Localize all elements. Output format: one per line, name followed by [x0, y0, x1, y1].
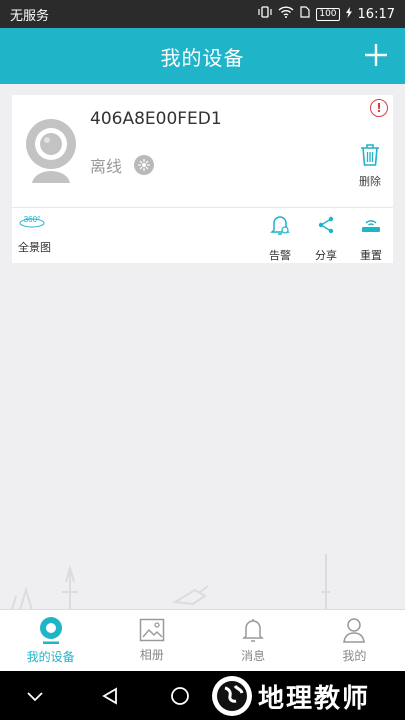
battery-level: 100: [316, 7, 340, 21]
clock-text: 16:17: [357, 6, 395, 22]
tab-me[interactable]: 我的: [304, 610, 405, 671]
nav-back-button[interactable]: [75, 671, 145, 720]
reset-button[interactable]: 重置: [359, 213, 383, 263]
person-icon: [343, 618, 366, 643]
alarm-button[interactable]: 告警: [268, 213, 292, 263]
bell-icon: [242, 619, 264, 642]
nav-home-button[interactable]: [145, 671, 215, 720]
wifi-icon: [278, 6, 294, 22]
add-device-button[interactable]: [361, 40, 391, 70]
home-circle-icon: [171, 686, 189, 705]
tab-label: 我的: [342, 649, 367, 663]
device-status: 离线: [90, 157, 123, 176]
device-status-row: 离线: [90, 153, 155, 177]
bottom-tab-bar: 我的设备 相册 消息 我的: [0, 609, 405, 671]
tab-label: 相册: [139, 648, 164, 662]
delete-button[interactable]: 删除: [355, 143, 385, 189]
background-decoration: [0, 552, 405, 611]
plus-icon: [365, 44, 387, 66]
status-icons: 100 16:17: [258, 6, 395, 22]
router-icon: [362, 220, 380, 232]
vibrate-icon: [258, 6, 272, 22]
tab-label: 消息: [241, 649, 266, 663]
chevron-down-icon: [27, 691, 43, 701]
share-label: 分享: [315, 249, 337, 262]
network-status-icon: [134, 155, 155, 175]
device-id: 406A8E00FED1: [90, 109, 222, 129]
panorama-button[interactable]: 360° 全景图: [18, 213, 51, 255]
sim-icon: [300, 6, 310, 22]
alarm-label: 告警: [269, 249, 291, 262]
back-triangle-icon: [102, 686, 117, 705]
trash-icon: [361, 144, 379, 166]
panorama-360-icon: 360°: [19, 215, 45, 228]
tab-album[interactable]: 相册: [101, 610, 202, 671]
watermark: 地理教师: [212, 674, 370, 718]
alarm-bell-icon: [270, 216, 290, 235]
card-divider: [12, 207, 393, 208]
tab-messages[interactable]: 消息: [203, 610, 304, 671]
share-icon: [318, 216, 334, 234]
charging-icon: [345, 6, 352, 22]
app-header: 我的设备: [0, 28, 405, 84]
nav-down-button[interactable]: [0, 671, 70, 720]
reset-label: 重置: [360, 249, 382, 262]
svg-text:360°: 360°: [24, 215, 41, 224]
tab-my-devices[interactable]: 我的设备: [0, 610, 101, 671]
alert-icon[interactable]: !: [370, 99, 388, 117]
status-bar: 无服务 100 16:17: [0, 0, 405, 28]
carrier-text: 无服务: [10, 8, 50, 24]
device-card[interactable]: 406A8E00FED1 离线 ! 删除 360° 全景图 告警 分享 重置: [12, 95, 393, 263]
delete-label: 删除: [359, 175, 381, 188]
camera-icon: [39, 617, 62, 644]
camera-avatar-icon: [24, 117, 78, 183]
globe-logo-icon: [212, 676, 252, 716]
watermark-text: 地理教师: [258, 683, 371, 714]
page-title: 我的设备: [160, 45, 245, 70]
tab-label: 我的设备: [26, 650, 75, 664]
photo-icon: [139, 618, 165, 642]
share-button[interactable]: 分享: [314, 213, 338, 263]
panorama-label: 全景图: [18, 241, 51, 254]
